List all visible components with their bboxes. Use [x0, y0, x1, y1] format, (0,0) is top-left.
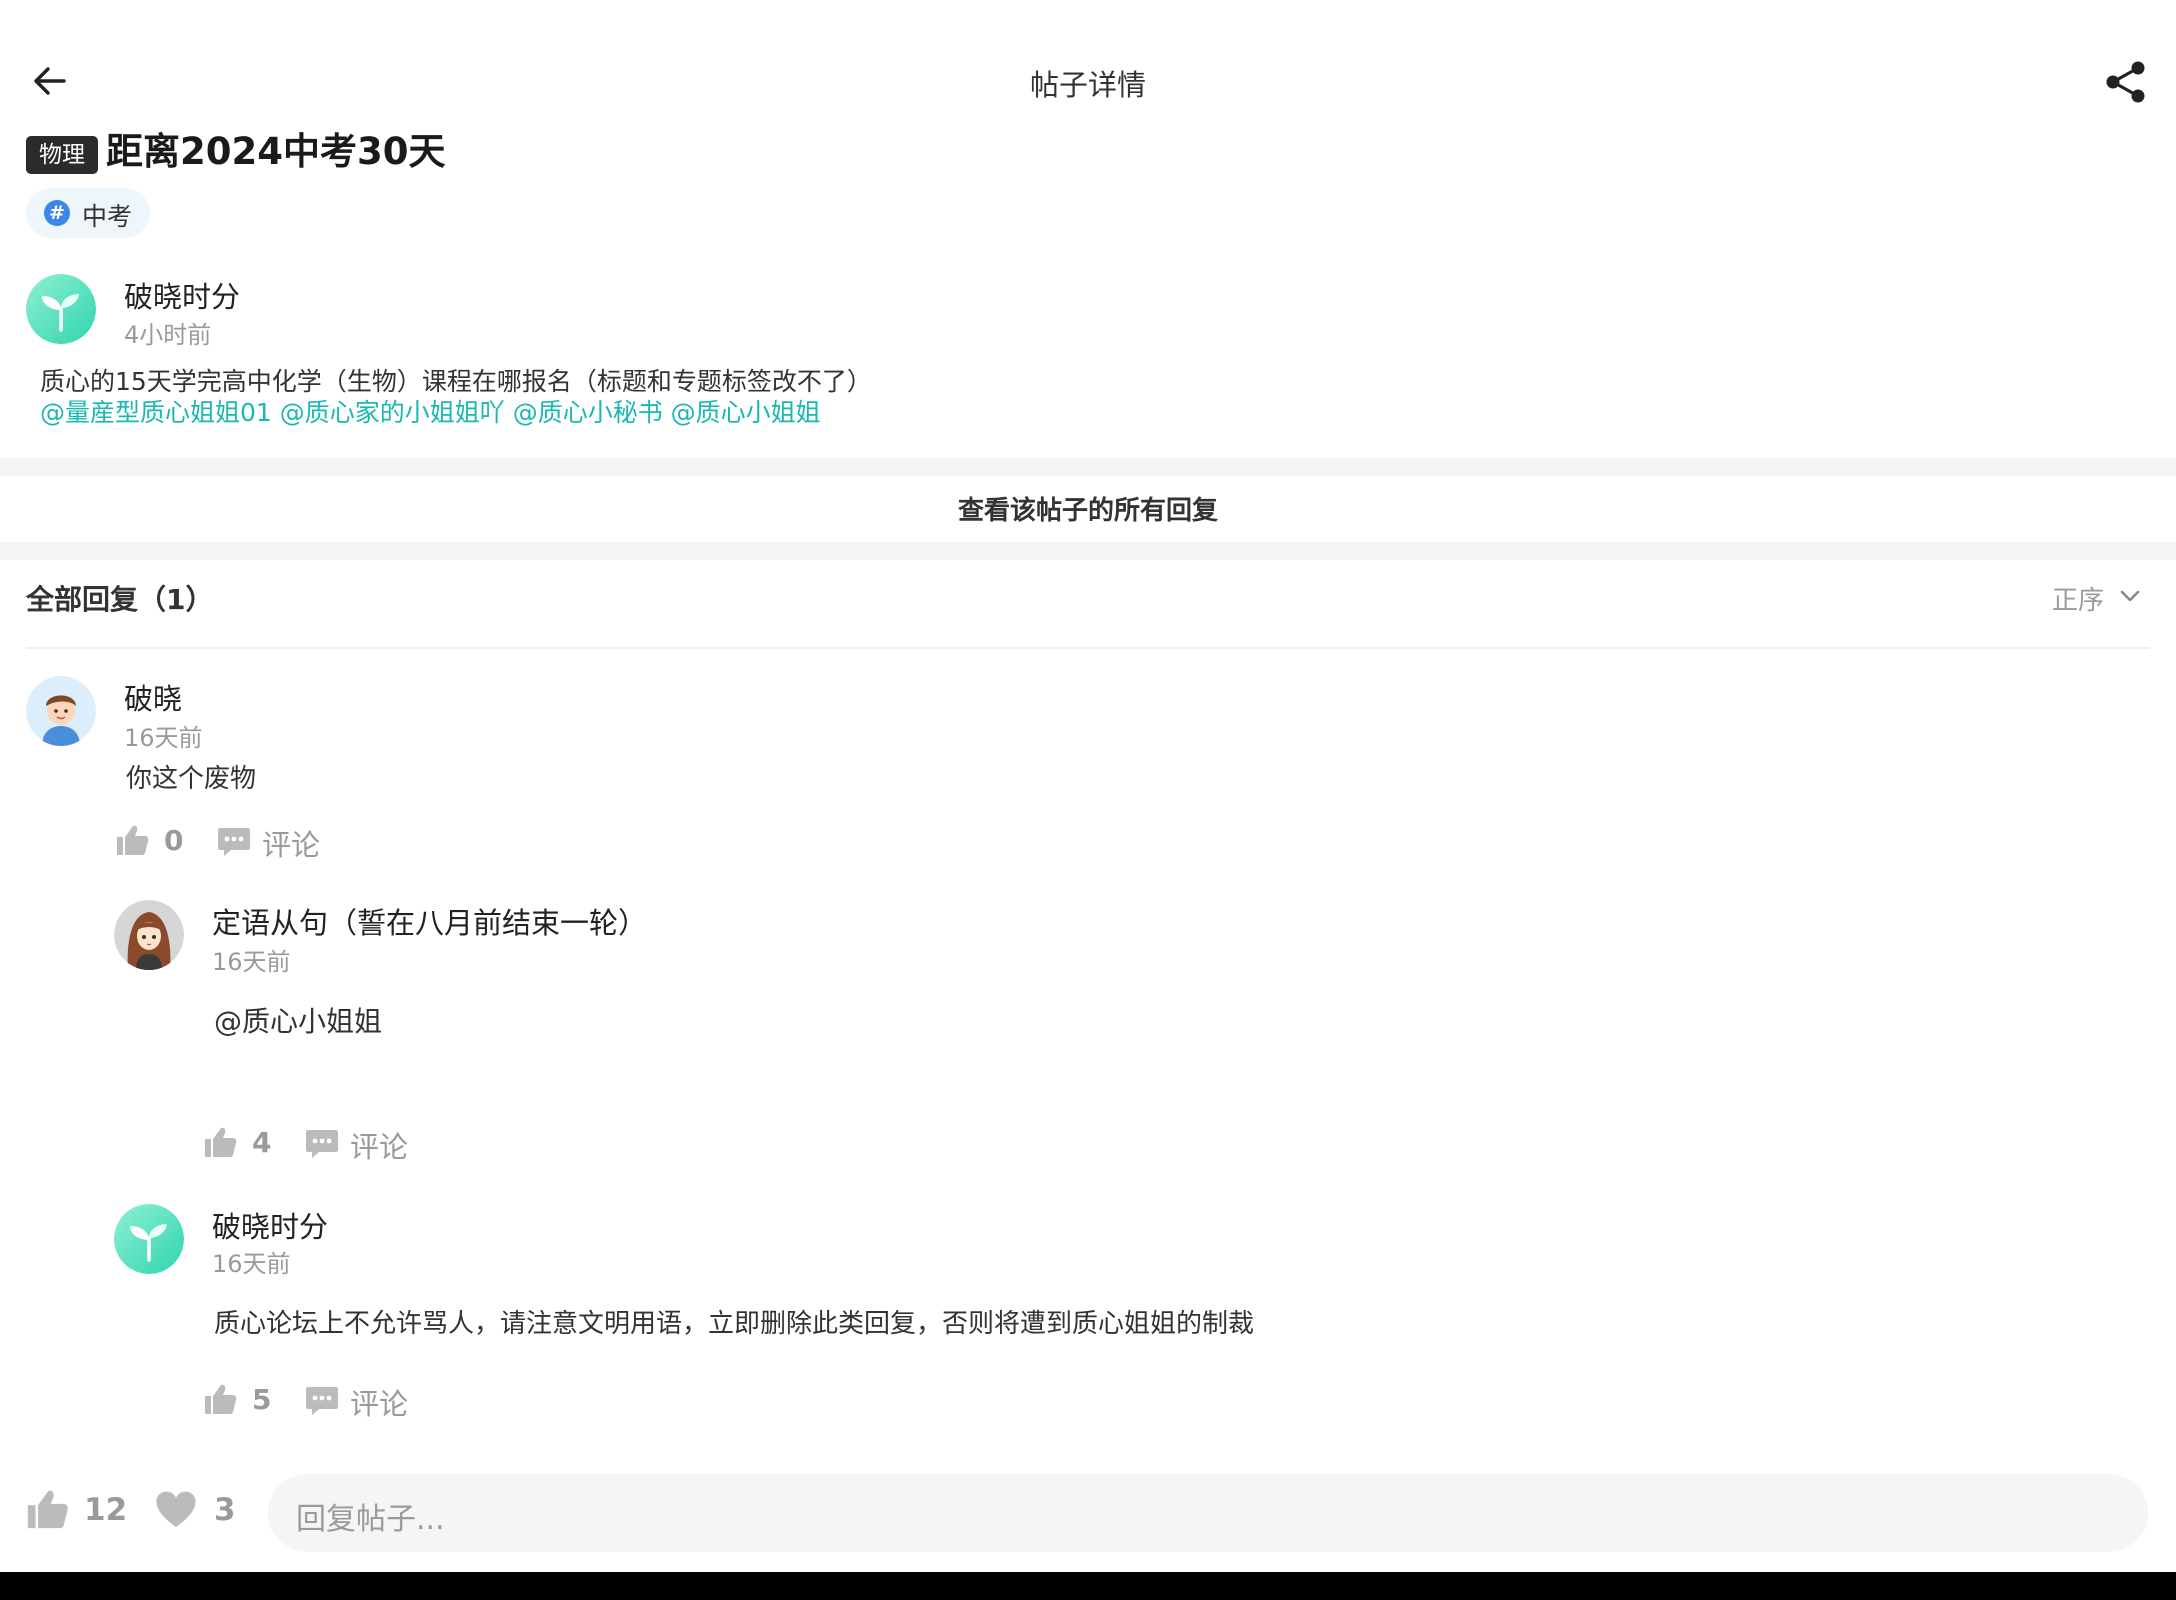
- view-all-replies-button[interactable]: 查看该帖子的所有回复: [0, 476, 2176, 542]
- comment-button[interactable]: 评论: [216, 820, 326, 862]
- subcomment-text: 质心论坛上不允许骂人，请注意文明用语，立即删除此类回复，否则将遭到质心姐姐的制裁: [214, 1309, 1255, 1339]
- post-body: 质心的15天学完高中化学（生物）课程在哪报名（标题和专题标签改不了）: [40, 367, 872, 396]
- topic-chip[interactable]: # 中考: [26, 188, 150, 238]
- share-button[interactable]: [2104, 60, 2152, 108]
- like-count: 4: [252, 1126, 272, 1159]
- comment-button[interactable]: 评论: [304, 1122, 414, 1164]
- sprout-avatar-icon: [26, 274, 96, 344]
- comment-label: 评论: [350, 1130, 409, 1164]
- post-favorite-count: 3: [214, 1492, 236, 1528]
- like-button[interactable]: 4: [202, 1122, 272, 1164]
- page-title: 帖子详情: [1029, 68, 1146, 102]
- subcomment-avatar[interactable]: [114, 900, 184, 970]
- subcomment-mention[interactable]: @质心小姐姐: [214, 1000, 382, 1040]
- thumbs-up-icon: [205, 1127, 237, 1157]
- hashtag-icon: #: [44, 200, 70, 226]
- subject-tag: 物理: [26, 136, 98, 174]
- heart-icon: [156, 1491, 196, 1528]
- author-avatar[interactable]: [26, 274, 96, 344]
- post-time: 4小时前: [124, 321, 212, 349]
- like-count: 0: [164, 824, 184, 857]
- subcomment-avatar[interactable]: [114, 1204, 184, 1274]
- reply-input[interactable]: 回复帖子...: [268, 1474, 2148, 1552]
- thumbs-up-icon: [117, 825, 149, 855]
- sprout-avatar-icon: [114, 1204, 184, 1274]
- speech-bubble-icon: [306, 1387, 338, 1415]
- section-divider: [0, 458, 2176, 476]
- like-button[interactable]: 0: [114, 820, 184, 862]
- speech-bubble-icon: [306, 1130, 338, 1158]
- girl-avatar-icon: [114, 900, 184, 970]
- comment-label: 评论: [262, 828, 321, 862]
- sort-selector[interactable]: 正序: [2052, 580, 2104, 617]
- share-icon: [2106, 61, 2145, 103]
- post-like-count: 12: [84, 1492, 128, 1528]
- subcomment-author[interactable]: 破晓时分: [212, 1204, 328, 1246]
- comment-author[interactable]: 破晓: [124, 676, 182, 718]
- subcomment-time: 16天前: [212, 1250, 291, 1278]
- post-mentions[interactable]: @量産型质心姐姐01 @质心家的小姐姐吖 @质心小秘书 @质心小姐姐: [40, 397, 821, 428]
- system-nav-bar: [0, 1572, 2176, 1600]
- comment-button[interactable]: 评论: [304, 1379, 414, 1421]
- subcomment-author[interactable]: 定语从句（誓在八月前结束一轮）: [212, 900, 647, 942]
- reply-placeholder: 回复帖子...: [296, 1502, 445, 1537]
- comment-label: 评论: [350, 1387, 409, 1421]
- boy-avatar-icon: [26, 676, 96, 746]
- like-count: 5: [252, 1383, 272, 1416]
- post-favorite-button[interactable]: 3: [154, 1486, 238, 1534]
- comment-text: 你这个废物: [126, 764, 257, 794]
- comment-avatar[interactable]: [26, 676, 96, 746]
- topic-label: 中考: [82, 202, 133, 231]
- like-button[interactable]: 5: [202, 1379, 272, 1421]
- subcomment-time: 16天前: [212, 948, 291, 976]
- comment-time: 16天前: [124, 724, 203, 752]
- thumbs-up-icon: [27, 1490, 68, 1529]
- post-title: 距离2024中考30天: [106, 130, 446, 173]
- all-replies-title: 全部回复（1）: [26, 583, 214, 616]
- chevron-down-icon[interactable]: [2118, 584, 2142, 608]
- section-divider: [0, 542, 2176, 560]
- post-like-button[interactable]: 12: [24, 1486, 128, 1534]
- speech-bubble-icon: [218, 828, 250, 856]
- divider: [26, 647, 2150, 649]
- author-name[interactable]: 破晓时分: [124, 274, 240, 316]
- thumbs-up-icon: [205, 1384, 237, 1414]
